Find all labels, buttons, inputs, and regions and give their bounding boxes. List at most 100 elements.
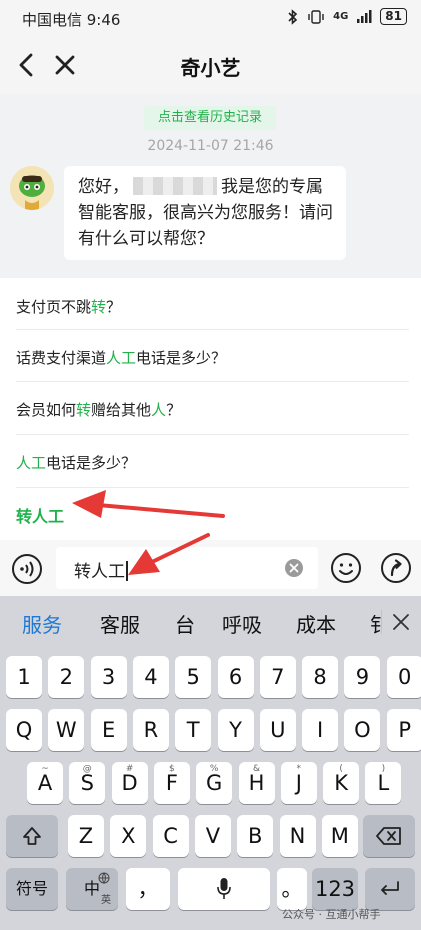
key-h[interactable]: & H (238, 762, 275, 804)
send-icon[interactable] (380, 552, 412, 584)
enter-icon (381, 881, 399, 895)
key-label: B (247, 824, 263, 848)
greeting-prefix: 您好， (78, 177, 129, 197)
carrier-time: 中国电信 9:46 (22, 11, 121, 29)
key-9[interactable]: 9 (344, 656, 381, 698)
key-j[interactable]: * J (280, 762, 317, 804)
key-g[interactable]: % G (196, 762, 233, 804)
suggestion-item[interactable]: 会员如何转赠给其他人？ (16, 399, 181, 420)
redacted-name (133, 177, 217, 195)
candidate-word[interactable]: 台 (175, 609, 195, 638)
key-label: P (398, 718, 412, 742)
key-l[interactable]: ) L (365, 762, 402, 804)
key-1[interactable]: 1 (6, 656, 42, 698)
key-t[interactable]: T (175, 709, 212, 751)
suggestion-item[interactable]: 转人工 (16, 503, 64, 527)
suggestion-divider (16, 381, 409, 382)
key-sublabel: ( (339, 764, 343, 774)
key-sublabel: ) (381, 764, 386, 774)
emoji-icon[interactable] (330, 552, 362, 584)
space-key[interactable] (178, 868, 270, 910)
key-8[interactable]: 8 (302, 656, 339, 698)
key-o[interactable]: O (344, 709, 381, 751)
suggestion-item[interactable]: 话费支付渠道人工电话是多少？ (16, 347, 226, 368)
clear-input-icon[interactable] (284, 558, 304, 578)
key-4[interactable]: 4 (132, 656, 169, 698)
candidate-word[interactable]: 钅 (370, 609, 390, 638)
key-d[interactable]: # D (111, 762, 148, 804)
key-w[interactable]: W (48, 709, 85, 751)
suggestion-text: ？ (166, 401, 182, 419)
key-y[interactable]: Y (217, 709, 254, 751)
suggestion-text: 会员如何 (16, 401, 77, 419)
key-label: T (186, 718, 200, 742)
candidate-word[interactable]: 客服 (100, 609, 140, 638)
backspace-icon (376, 827, 401, 845)
bot-message-bubble: 您好， 我是您的专属智能客服，很高兴为您服务！请问有什么可以帮您？ (64, 166, 346, 260)
candidate-word[interactable]: 成本 (296, 609, 336, 638)
key-label: 1 (17, 665, 31, 689)
key-0[interactable]: 0 (386, 656, 421, 698)
enter-key[interactable] (365, 868, 415, 910)
key-label: O (354, 718, 371, 742)
key-sublabel: # (125, 764, 134, 774)
key-label: A (37, 771, 53, 795)
key-b[interactable]: B (237, 815, 274, 857)
status-bar: 中国电信 9:46 4G 81 (0, 0, 421, 36)
comma-key[interactable]: ， (126, 868, 170, 910)
key-sublabel: % (209, 764, 219, 774)
suggestion-item[interactable]: 人工电话是多少？ (16, 452, 136, 473)
number-key[interactable]: 123 (312, 868, 358, 910)
backspace-key[interactable] (363, 815, 415, 857)
suggestion-item[interactable]: 支付页不跳转？ (16, 296, 121, 317)
key-5[interactable]: 5 (175, 656, 212, 698)
key-z[interactable]: Z (68, 815, 104, 857)
key-r[interactable]: R (132, 709, 169, 751)
key-2[interactable]: 2 (48, 656, 85, 698)
key-p[interactable]: P (386, 709, 421, 751)
key-label: 4 (144, 665, 158, 689)
nav-bar: 奇小艺 (0, 36, 421, 94)
key-k[interactable]: (K (323, 762, 360, 804)
key-label: F (165, 771, 178, 795)
candidate-selected[interactable]: 服务 (22, 609, 62, 638)
key-q[interactable]: Q (6, 709, 42, 751)
key-label: K (334, 771, 348, 795)
key-e[interactable]: E (90, 709, 127, 751)
key-7[interactable]: 7 (259, 656, 296, 698)
key-3[interactable]: 3 (90, 656, 127, 698)
symbol-key[interactable]: 符号 (6, 868, 58, 910)
message-input[interactable]: 转人工 (56, 547, 318, 589)
key-s[interactable]: @ S (69, 762, 106, 804)
voice-input-icon[interactable] (11, 553, 43, 585)
candidate-word[interactable]: 呼吸 (222, 609, 262, 638)
key-n[interactable]: N (279, 815, 316, 857)
key-c[interactable]: C (152, 815, 189, 857)
period-key[interactable]: 。 (277, 868, 307, 910)
key-label: ， (137, 877, 159, 901)
key-label: Y (229, 718, 242, 742)
keyboard-close-icon[interactable] (389, 610, 413, 634)
key-i[interactable]: I (302, 709, 339, 751)
key-label: H (248, 771, 265, 795)
language-key[interactable]: 中英 (66, 868, 118, 910)
input-bar: 转人工 (0, 540, 421, 596)
candidate-bar: 服务 客服 台呼吸 成本 钅 (0, 596, 421, 648)
key-label: S (80, 771, 94, 795)
key-label: V (205, 824, 221, 848)
key-f[interactable]: $ F (153, 762, 190, 804)
history-button[interactable]: 点击查看历史记录 (144, 106, 276, 130)
key-a[interactable]: ~ A (27, 762, 63, 804)
bot-avatar-icon (10, 166, 54, 210)
language-sublabel: 英 (101, 895, 111, 906)
key-u[interactable]: U (259, 709, 296, 751)
battery-level: 81 (380, 8, 407, 25)
key-label: D (121, 771, 138, 795)
key-x[interactable]: X (110, 815, 147, 857)
suggestion-divider (16, 487, 409, 488)
shift-key[interactable] (6, 815, 58, 857)
key-m[interactable]: M (321, 815, 358, 857)
text-caret (126, 561, 128, 581)
key-v[interactable]: V (194, 815, 231, 857)
key-6[interactable]: 6 (217, 656, 254, 698)
